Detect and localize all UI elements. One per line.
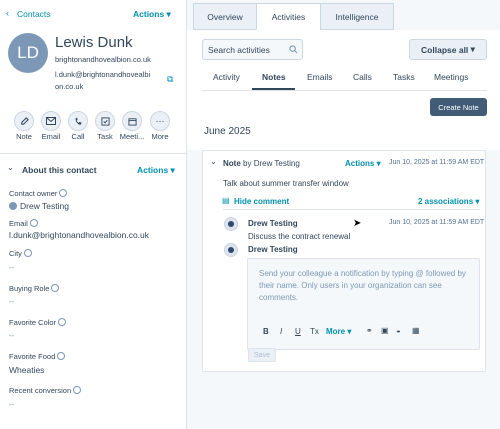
copy-icon[interactable]: ⧉ bbox=[167, 74, 173, 85]
field-value-recent-conversion[interactable]: -- bbox=[9, 400, 14, 409]
field-label-recent-conversion: Recent conversion bbox=[9, 386, 82, 395]
italic-icon[interactable]: I bbox=[280, 327, 282, 336]
note-title: Note by Drew Testing bbox=[223, 159, 300, 168]
more-format-button[interactable]: More ▾ bbox=[326, 327, 351, 336]
note-actions-button[interactable]: Actions ▾ bbox=[345, 159, 381, 168]
meeting-action-label: Meeti... bbox=[119, 132, 145, 141]
note-card: ⌄ Note by Drew Testing Actions ▾ Jun 10,… bbox=[202, 150, 486, 372]
field-value-email[interactable]: l.dunk@brightonandhovealbion.co.uk bbox=[9, 230, 149, 240]
contact-actions-button[interactable]: Actions ▾ bbox=[133, 9, 171, 20]
contact-email-line1[interactable]: l.dunk@brightonandhovealbi bbox=[55, 70, 150, 79]
field-value-city[interactable]: -- bbox=[9, 263, 14, 272]
comment-divider bbox=[223, 209, 480, 210]
comment-author: Drew Testing bbox=[248, 219, 298, 228]
task-icon[interactable] bbox=[95, 111, 115, 131]
history-icon[interactable] bbox=[59, 189, 68, 198]
history-icon[interactable] bbox=[57, 352, 66, 361]
field-value-favorite-color[interactable]: -- bbox=[9, 331, 14, 340]
field-value-contact-owner[interactable]: Drew Testing bbox=[9, 201, 69, 211]
subtab-divider bbox=[202, 90, 487, 91]
collapse-all-button[interactable]: Collapse all ▾ bbox=[409, 39, 487, 60]
user-icon bbox=[9, 201, 17, 210]
field-label-city: City bbox=[9, 249, 32, 258]
field-value-buying-role[interactable]: -- bbox=[9, 297, 14, 306]
history-icon[interactable] bbox=[73, 386, 82, 395]
note-action-label: Note bbox=[16, 132, 32, 141]
email-action-label: Email bbox=[41, 132, 61, 141]
back-to-contacts-link[interactable]: Contacts bbox=[17, 9, 51, 19]
reply-avatar bbox=[224, 243, 238, 257]
more-action-label: More bbox=[151, 132, 169, 141]
comment-editor[interactable]: Send your colleague a notification by ty… bbox=[247, 258, 480, 350]
subtab-meetings[interactable]: Meetings bbox=[434, 72, 469, 82]
note-timestamp: Jun 10, 2025 at 11:59 AM EDT bbox=[389, 159, 485, 166]
commenter-avatar bbox=[224, 217, 238, 231]
avatar-initials: LD bbox=[17, 43, 39, 62]
reply-author: Drew Testing bbox=[248, 245, 298, 254]
subtab-calls[interactable]: Calls bbox=[353, 72, 372, 82]
comment-timestamp: Jun 10, 2025 at 11:59 AM EDT bbox=[389, 219, 485, 226]
call-action-label: Call bbox=[71, 132, 85, 141]
divider bbox=[0, 153, 186, 154]
image-icon[interactable]: ▣ bbox=[381, 326, 389, 335]
note-body: Talk about summer transfer window bbox=[223, 179, 349, 188]
clear-format-icon[interactable]: Tx bbox=[310, 327, 319, 336]
field-label-email: Email bbox=[9, 219, 38, 228]
comment-placeholder: Send your colleague a notification by ty… bbox=[259, 269, 466, 302]
field-label-contact-owner: Contact owner bbox=[9, 189, 68, 198]
tab-activities[interactable]: Activities bbox=[256, 3, 321, 30]
subtab-tasks[interactable]: Tasks bbox=[393, 72, 415, 82]
more-icon[interactable]: ··· bbox=[150, 111, 170, 131]
create-note-button[interactable]: Create Note bbox=[430, 98, 487, 116]
chevron-down-icon[interactable]: ⌄ bbox=[7, 163, 14, 172]
contact-sidebar: ‹ Contacts Actions ▾ LD Lewis Dunk brigh… bbox=[0, 0, 187, 429]
search-input[interactable]: Search activities bbox=[202, 39, 303, 60]
hide-comment-link[interactable]: Hide comment bbox=[234, 197, 289, 206]
note-icon[interactable] bbox=[14, 111, 34, 131]
subtab-activity[interactable]: Activity bbox=[213, 72, 240, 82]
field-value-favorite-food[interactable]: Wheaties bbox=[9, 365, 44, 375]
chevron-down-icon[interactable]: ⌄ bbox=[210, 157, 217, 166]
mouse-cursor-icon: ➤ bbox=[353, 218, 362, 229]
comment-icon: ▤ bbox=[222, 196, 230, 205]
task-action-label: Task bbox=[97, 132, 113, 141]
save-button[interactable]: Save bbox=[248, 348, 276, 362]
history-icon[interactable] bbox=[58, 318, 67, 327]
contact-website[interactable]: brightonandhovealbion.co.uk bbox=[55, 55, 151, 64]
tab-overview[interactable]: Overview bbox=[193, 3, 257, 30]
activity-panel: Overview Activities Intelligence Search … bbox=[187, 0, 500, 429]
snippet-icon[interactable]: ◒ bbox=[396, 326, 401, 335]
history-icon[interactable] bbox=[29, 219, 38, 228]
link-icon[interactable]: ⚭ bbox=[366, 326, 373, 335]
email-icon[interactable] bbox=[41, 111, 61, 131]
history-icon[interactable] bbox=[51, 284, 60, 293]
contact-email-line2[interactable]: on.co.uk bbox=[55, 82, 83, 91]
tab-intelligence[interactable]: Intelligence bbox=[320, 3, 394, 30]
about-section-heading[interactable]: About this contact bbox=[22, 165, 97, 175]
search-icon[interactable] bbox=[289, 45, 298, 54]
contact-avatar: LD bbox=[8, 33, 48, 73]
subtab-notes[interactable]: Notes bbox=[262, 72, 286, 82]
field-label-buying-role: Buying Role bbox=[9, 284, 60, 293]
associations-link[interactable]: 2 associations ▾ bbox=[418, 197, 479, 206]
phone-icon[interactable] bbox=[68, 111, 88, 131]
about-actions-button[interactable]: Actions ▾ bbox=[137, 165, 175, 176]
calendar-icon[interactable] bbox=[122, 111, 142, 131]
underline-icon[interactable]: U bbox=[295, 327, 301, 336]
back-icon[interactable]: ‹ bbox=[6, 8, 9, 18]
contact-name: Lewis Dunk bbox=[55, 34, 133, 51]
subtab-emails[interactable]: Emails bbox=[307, 72, 333, 82]
month-heading: June 2025 bbox=[204, 126, 251, 137]
field-label-favorite-color: Favorite Color bbox=[9, 318, 67, 327]
field-label-favorite-food: Favorite Food bbox=[9, 352, 66, 361]
comment-body: Discuss the contract renewal bbox=[248, 232, 351, 241]
history-icon[interactable] bbox=[23, 249, 32, 258]
search-placeholder: Search activities bbox=[208, 45, 270, 55]
table-icon[interactable]: ▦ bbox=[412, 326, 420, 335]
bold-icon[interactable]: B bbox=[263, 327, 269, 336]
